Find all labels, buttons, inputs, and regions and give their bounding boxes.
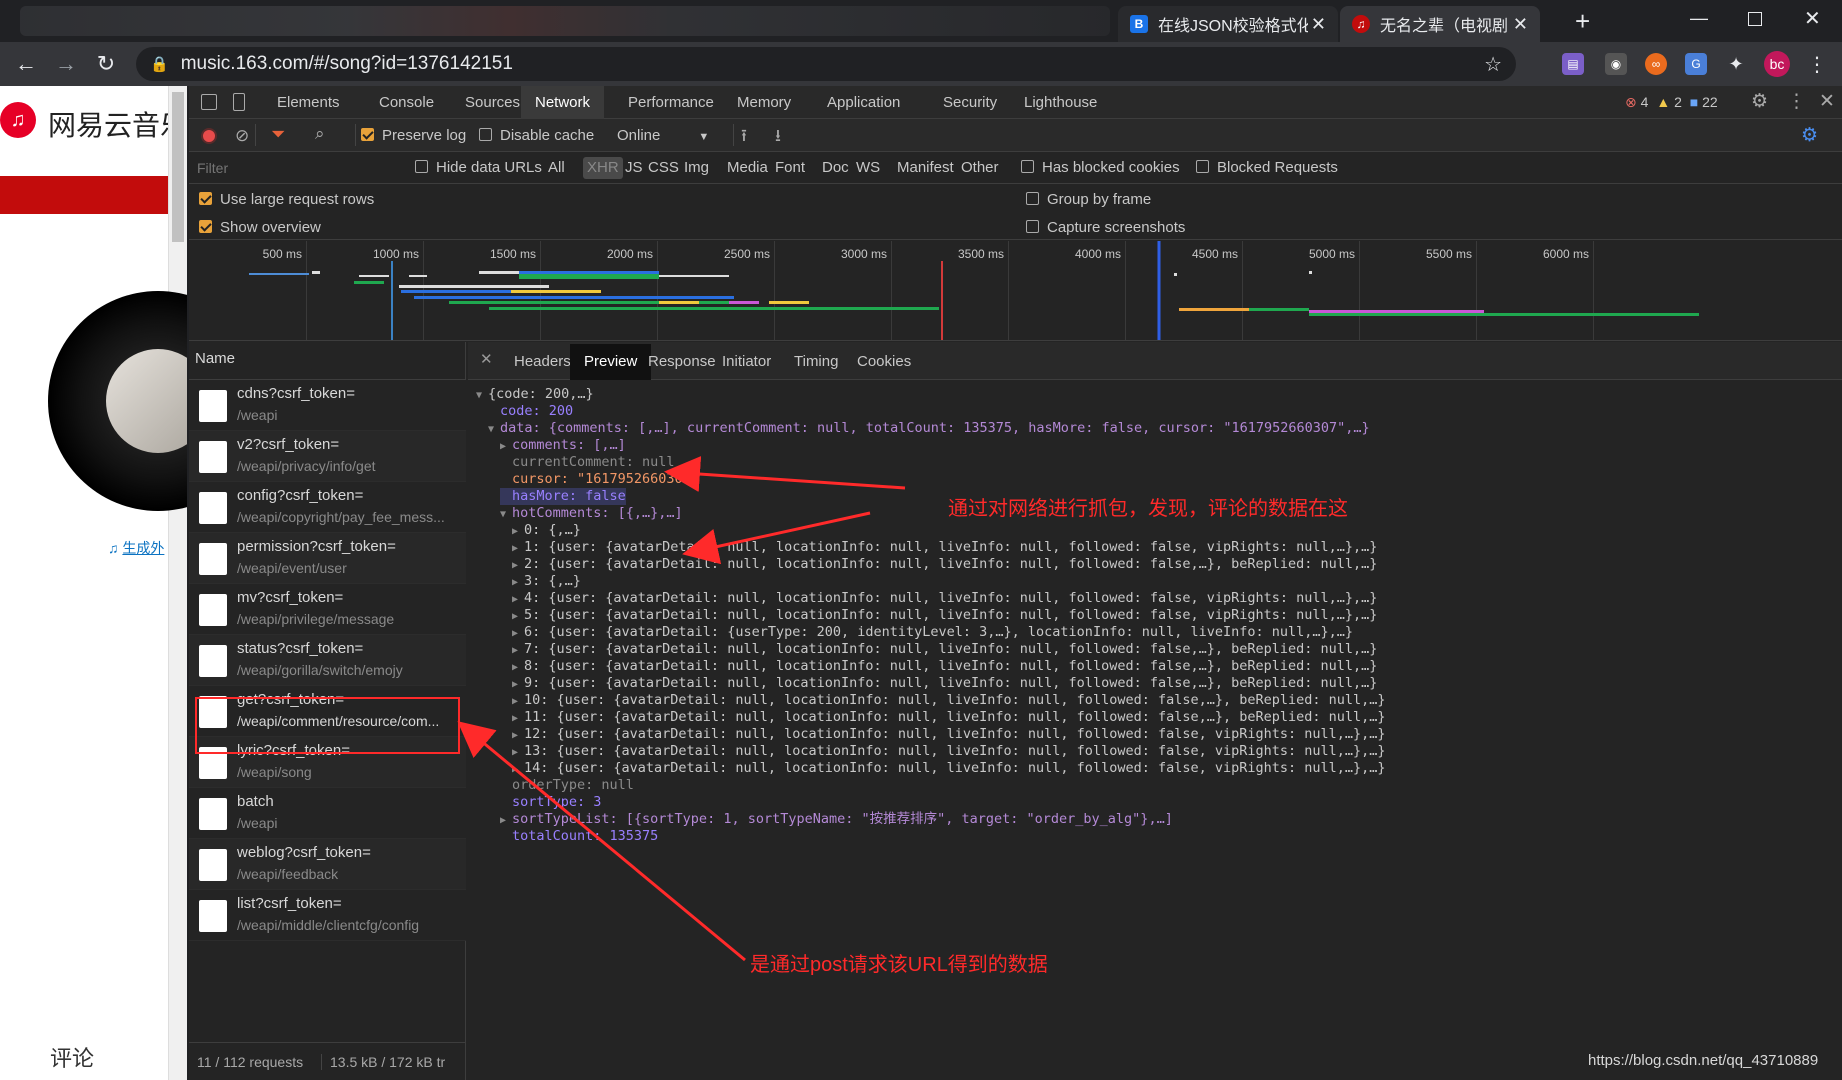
- annotation-top: 通过对网络进行抓包，发现，评论的数据在这: [948, 498, 1348, 520]
- annotation-arrows: [457, 456, 906, 962]
- watermark: https://blog.csdn.net/qq_43710889: [1588, 1052, 1819, 1069]
- arrow-to-request: [457, 721, 746, 962]
- arrow-to-hotcomments: [682, 511, 871, 565]
- annotation-bottom: 是通过post请求该URL得到的数据: [750, 954, 1048, 976]
- arrow-to-comments: [664, 456, 906, 492]
